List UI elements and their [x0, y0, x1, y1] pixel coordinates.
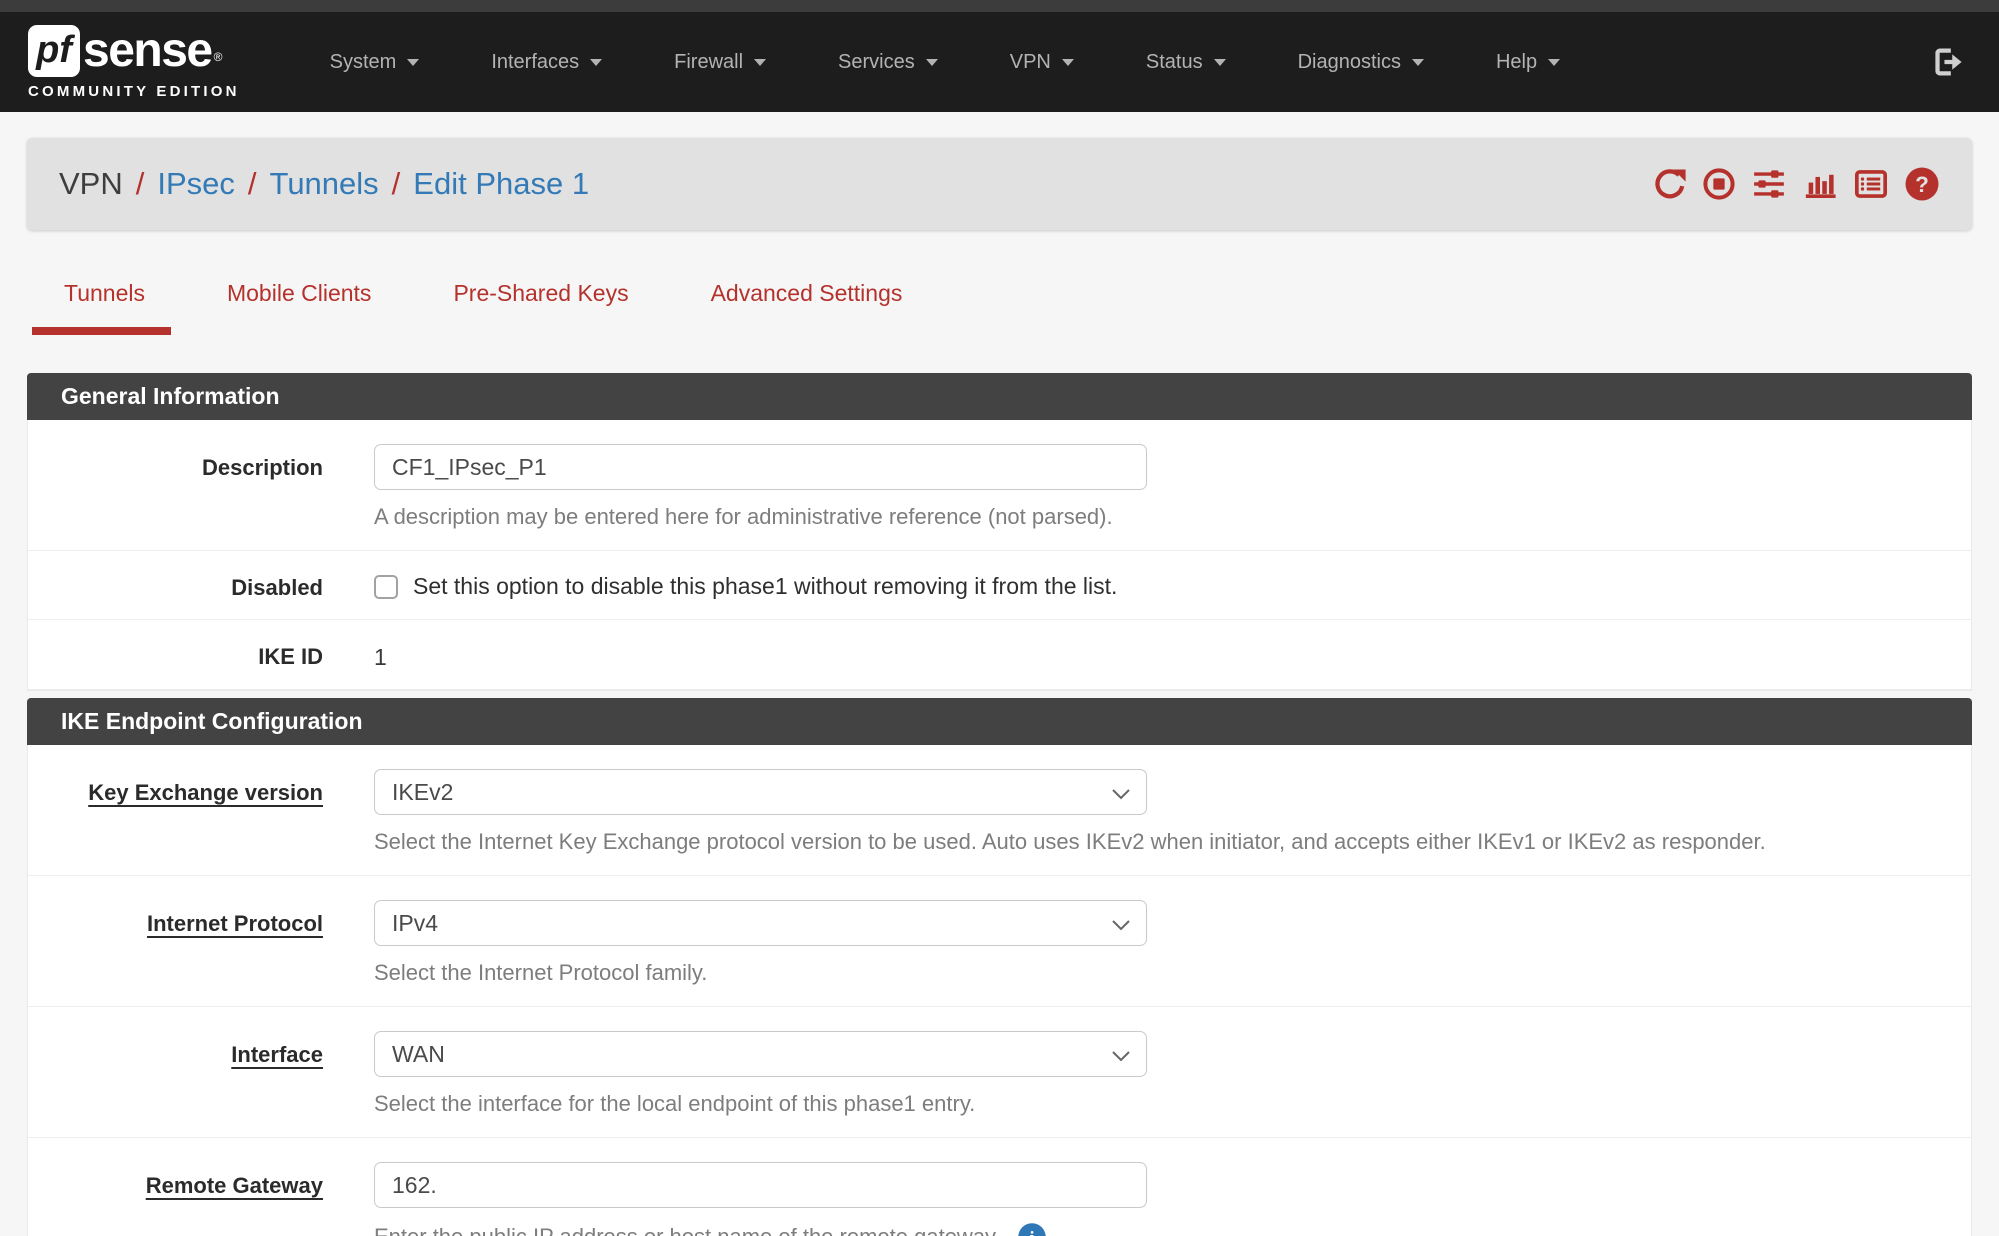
chevron-down-icon	[1111, 779, 1131, 806]
field-help-text: Enter the public IP address or host name…	[374, 1224, 1001, 1236]
bar-chart-icon[interactable]	[1802, 167, 1838, 201]
interface-select[interactable]: WAN	[374, 1031, 1147, 1077]
caret-down-icon	[926, 59, 938, 66]
breadcrumb-link-tunnels[interactable]: Tunnels	[270, 166, 379, 202]
panel-title: General Information	[27, 373, 1972, 420]
active-tab-indicator	[32, 327, 171, 335]
caret-down-icon	[1548, 59, 1560, 66]
menu-item-help[interactable]: Help	[1496, 51, 1560, 74]
pf-logo-box: pf	[28, 25, 80, 77]
disabled-checkbox[interactable]	[374, 575, 398, 599]
field-label: Interface	[231, 1042, 323, 1067]
tab-pre-shared-keys[interactable]: Pre-Shared Keys	[453, 280, 628, 335]
caret-down-icon	[407, 59, 419, 66]
field-row-remote-gateway: Remote Gateway Enter the public IP addre…	[28, 1138, 1971, 1236]
breadcrumb-current-page: Edit Phase 1	[413, 166, 589, 202]
key-exchange-version-select[interactable]: IKEv2	[374, 769, 1147, 815]
caret-down-icon	[590, 59, 602, 66]
field-label: IKE ID	[28, 640, 374, 671]
section-tabs: Tunnels Mobile Clients Pre-Shared Keys A…	[64, 280, 1999, 335]
tab-advanced-settings[interactable]: Advanced Settings	[711, 280, 903, 335]
menu-item-services[interactable]: Services	[838, 51, 938, 74]
question-icon[interactable]: ?	[1904, 166, 1940, 202]
field-row-interface: Interface WAN Select the interface for t…	[28, 1007, 1971, 1138]
menu-item-interfaces[interactable]: Interfaces	[491, 51, 602, 74]
breadcrumb-root: VPN	[59, 166, 123, 202]
menu-item-status[interactable]: Status	[1146, 51, 1226, 74]
ike-id-value: 1	[374, 640, 1931, 671]
menu-item-firewall[interactable]: Firewall	[674, 51, 766, 74]
breadcrumb-link-ipsec[interactable]: IPsec	[157, 166, 235, 202]
menu-item-system[interactable]: System	[330, 51, 420, 74]
field-help-text: Select the interface for the local endpo…	[374, 1091, 1931, 1117]
breadcrumb-separator: /	[248, 166, 257, 202]
panel-ike-endpoint-configuration: IKE Endpoint Configuration Key Exchange …	[27, 698, 1972, 1236]
field-row-key-exchange-version: Key Exchange version IKEv2 Select the In…	[28, 745, 1971, 876]
select-value: IKEv2	[392, 779, 453, 806]
field-row-internet-protocol: Internet Protocol IPv4 Select the Intern…	[28, 876, 1971, 1007]
chevron-down-icon	[1111, 1041, 1131, 1068]
brand-edition-label: COMMUNITY EDITION	[28, 83, 240, 100]
sliders-icon[interactable]	[1751, 167, 1787, 201]
registered-mark: ®	[214, 37, 223, 77]
pfsense-logo[interactable]: pf sense ® COMMUNITY EDITION	[28, 25, 240, 100]
svg-text:i: i	[1029, 1228, 1034, 1236]
info-icon[interactable]: i	[1017, 1222, 1047, 1236]
field-help-text: A description may be entered here for ad…	[374, 504, 1931, 530]
breadcrumb-separator: /	[136, 166, 145, 202]
internet-protocol-select[interactable]: IPv4	[374, 900, 1147, 946]
breadcrumb-bar: VPN / IPsec / Tunnels / Edit Phase 1	[27, 138, 1972, 230]
refresh-icon[interactable]	[1653, 167, 1687, 201]
field-label: Internet Protocol	[147, 911, 323, 936]
page-toolbar: ?	[1653, 166, 1940, 202]
caret-down-icon	[754, 59, 766, 66]
field-help-text: Select the Internet Protocol family.	[374, 960, 1931, 986]
remote-gateway-input[interactable]	[374, 1162, 1147, 1208]
field-label: Description	[28, 444, 374, 530]
panel-general-information: General Information Description A descri…	[27, 373, 1972, 691]
field-help-text: Select the Internet Key Exchange protoco…	[374, 829, 1931, 855]
caret-down-icon	[1062, 59, 1074, 66]
field-row-description: Description A description may be entered…	[28, 420, 1971, 551]
field-row-disabled: Disabled Set this option to disable this…	[28, 551, 1971, 620]
svg-text:?: ?	[1915, 172, 1929, 197]
stop-circle-icon[interactable]	[1702, 167, 1736, 201]
navbar-top-strip	[0, 0, 1999, 12]
field-label: Remote Gateway	[146, 1173, 323, 1198]
field-row-ike-id: IKE ID 1	[28, 620, 1971, 690]
select-value: IPv4	[392, 910, 438, 937]
list-icon[interactable]	[1853, 167, 1889, 201]
select-value: WAN	[392, 1041, 445, 1068]
checkbox-label: Set this option to disable this phase1 w…	[413, 573, 1117, 600]
field-label: Key Exchange version	[88, 780, 323, 805]
logout-icon[interactable]	[1931, 45, 1965, 79]
description-input[interactable]	[374, 444, 1147, 490]
brand-word: sense	[83, 25, 212, 77]
chevron-down-icon	[1111, 910, 1131, 937]
menu-item-vpn[interactable]: VPN	[1010, 51, 1074, 74]
main-menu: System Interfaces Firewall Services VPN …	[330, 51, 1560, 74]
top-navbar: pf sense ® COMMUNITY EDITION System Inte…	[0, 0, 1999, 112]
menu-item-diagnostics[interactable]: Diagnostics	[1298, 51, 1424, 74]
caret-down-icon	[1214, 59, 1226, 66]
breadcrumb-separator: /	[392, 166, 401, 202]
caret-down-icon	[1412, 59, 1424, 66]
tab-mobile-clients[interactable]: Mobile Clients	[227, 280, 371, 335]
tab-tunnels[interactable]: Tunnels	[64, 280, 145, 335]
panel-title: IKE Endpoint Configuration	[27, 698, 1972, 745]
field-label: Disabled	[28, 571, 374, 601]
